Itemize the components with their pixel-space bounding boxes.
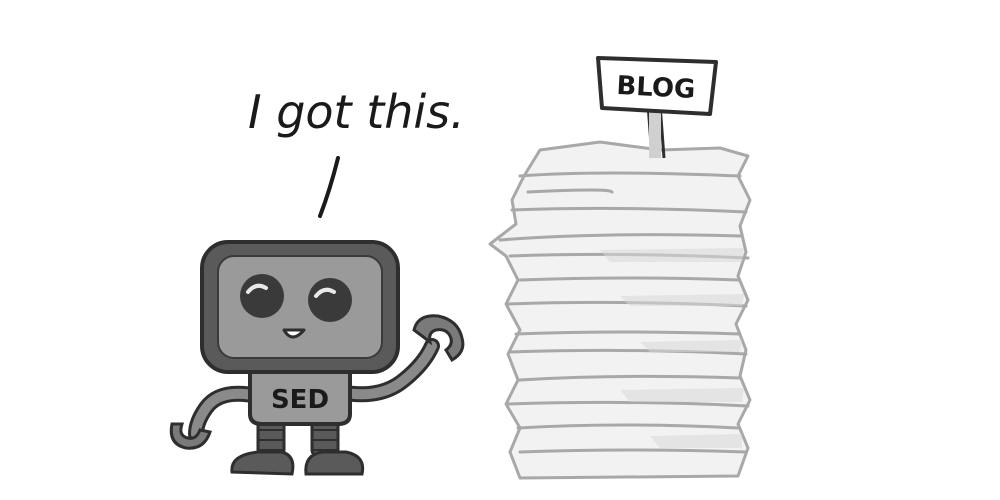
robot-right-leg [304, 418, 365, 476]
cartoon-scene: I got this. SED BLOG [169, 56, 752, 480]
speech-text: I got this. [248, 85, 465, 139]
robot-screen [217, 255, 383, 359]
robot-left-leg [230, 418, 295, 476]
paper-stack [488, 140, 752, 480]
sign-label: BLOG [616, 71, 696, 105]
robot-left-eye [240, 274, 284, 318]
speech-group: I got this. [248, 85, 465, 218]
robot: SED [169, 240, 465, 476]
robot-left-arm [169, 385, 266, 450]
robot-label: SED [271, 385, 329, 415]
robot-right-eye [308, 278, 352, 322]
speech-pointer-line [318, 156, 340, 218]
